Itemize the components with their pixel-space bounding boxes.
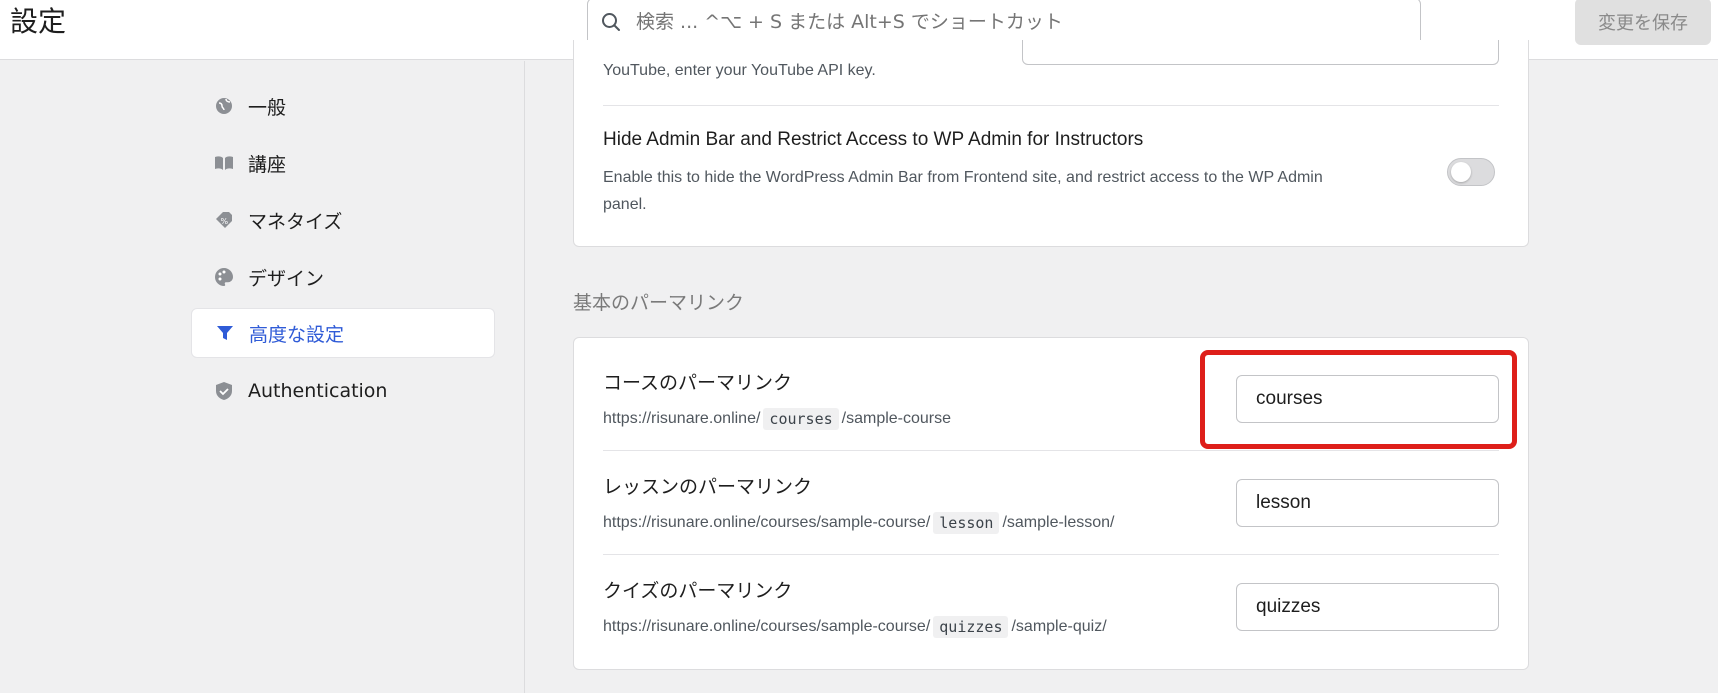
search-input[interactable] (636, 11, 1396, 33)
divider (603, 554, 1499, 555)
url-suffix: /sample-lesson/ (1002, 514, 1115, 531)
sidebar-divider (524, 61, 525, 693)
permalink-section-heading: 基本のパーマリンク (573, 292, 745, 314)
url-slug: lesson (933, 512, 1000, 534)
sidebar-item-general[interactable]: 一般 (191, 81, 495, 131)
lesson-permalink-title: レッスンのパーマリンク (603, 476, 813, 498)
globe-icon (214, 96, 234, 116)
admin-bar-description: Enable this to hide the WordPress Admin … (603, 169, 1323, 186)
youtube-api-key-input[interactable] (1022, 40, 1499, 65)
url-prefix: https://risunare.online/ (603, 410, 761, 427)
sidebar-item-label: デザイン (248, 267, 325, 290)
sidebar-item-courses[interactable]: 講座 (191, 138, 495, 188)
admin-bar-description-cont: panel. (603, 196, 647, 213)
sidebar-item-label: Authentication (248, 380, 388, 402)
quiz-permalink-url: https://risunare.online/courses/sample-c… (603, 616, 1107, 638)
url-prefix: https://risunare.online/courses/sample-c… (603, 618, 931, 635)
url-suffix: /sample-course (841, 410, 952, 427)
svg-text:%: % (221, 217, 229, 226)
filter-icon (215, 323, 235, 343)
url-suffix: /sample-quiz/ (1011, 618, 1107, 635)
divider (603, 450, 1499, 451)
tag-icon: % (214, 210, 234, 230)
admin-bar-title: Hide Admin Bar and Restrict Access to WP… (603, 129, 1144, 150)
sidebar-item-label: 講座 (248, 153, 287, 176)
sidebar-item-label: マネタイズ (248, 210, 343, 233)
course-permalink-url: https://risunare.online/ courses /sample… (603, 408, 951, 430)
shield-icon (214, 381, 234, 401)
course-permalink-input[interactable] (1236, 375, 1499, 423)
youtube-api-description: YouTube, enter your YouTube API key. (603, 62, 876, 79)
sidebar-item-advanced[interactable]: 高度な設定 (191, 308, 495, 358)
search-icon (600, 11, 622, 33)
url-prefix: https://risunare.online/courses/sample-c… (603, 514, 931, 531)
quiz-permalink-input[interactable] (1236, 583, 1499, 631)
page-title: 設定 (10, 5, 67, 38)
admin-bar-toggle[interactable] (1447, 158, 1495, 186)
course-permalink-title: コースのパーマリンク (603, 372, 793, 394)
divider (603, 105, 1499, 106)
sidebar-item-label: 一般 (248, 96, 287, 119)
lesson-permalink-input[interactable] (1236, 479, 1499, 527)
sidebar-item-monetize[interactable]: % マネタイズ (191, 195, 495, 245)
url-slug: quizzes (933, 616, 1009, 638)
save-button[interactable]: 変更を保存 (1575, 0, 1711, 45)
url-slug: courses (763, 408, 839, 430)
book-icon (214, 153, 234, 173)
palette-icon (214, 267, 234, 287)
lesson-permalink-url: https://risunare.online/courses/sample-c… (603, 512, 1115, 534)
quiz-permalink-title: クイズのパーマリンク (603, 580, 793, 602)
sidebar-item-label: 高度な設定 (249, 323, 345, 346)
sidebar-item-design[interactable]: デザイン (191, 252, 495, 302)
toggle-knob (1451, 162, 1471, 182)
sidebar-item-authentication[interactable]: Authentication (191, 366, 495, 416)
